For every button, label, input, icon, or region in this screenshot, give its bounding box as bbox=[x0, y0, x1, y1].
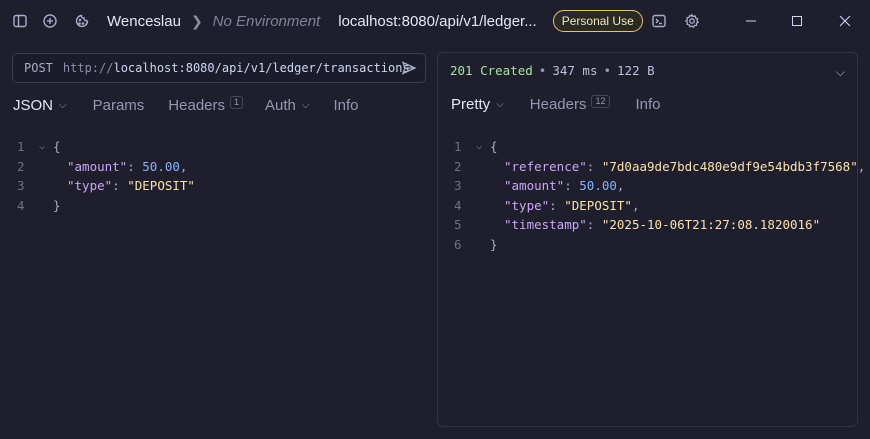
tab-response-info-label: Info bbox=[635, 95, 661, 113]
response-status-bar: 201 Created • 347 ms • 122 B bbox=[450, 63, 655, 78]
code-line: 3 "type": "DEPOSIT" bbox=[17, 176, 195, 196]
close-button[interactable] bbox=[822, 0, 868, 42]
url-scheme: http:// bbox=[62, 61, 114, 75]
chevron-down-icon: ⌵ bbox=[59, 99, 67, 111]
tab-params[interactable]: Params bbox=[93, 97, 145, 114]
response-time: 347 ms bbox=[552, 63, 598, 78]
workspace-name[interactable]: Wenceslau bbox=[107, 13, 181, 30]
status-code: 201 Created bbox=[450, 63, 533, 78]
code-token: } bbox=[490, 236, 498, 252]
response-size: 122 B bbox=[617, 63, 655, 78]
terminal-icon[interactable] bbox=[650, 12, 668, 30]
tab-headers[interactable]: Headers 1 bbox=[168, 95, 244, 114]
tab-response-headers[interactable]: Headers 12 bbox=[529, 94, 610, 113]
json-value: 50.00 bbox=[579, 178, 617, 194]
tab-pretty[interactable]: Pretty ⌵ bbox=[451, 96, 504, 113]
line-number: 4 bbox=[454, 197, 462, 213]
url-path: localhost:8080/api/v1/ledger/transaction… bbox=[113, 61, 410, 75]
chevron-down-icon: ⌵ bbox=[496, 98, 504, 110]
tab-response-headers-label: Headers bbox=[529, 95, 587, 113]
headers-count-badge: 12 bbox=[591, 94, 610, 108]
json-value: "2025-10-06T21:27:08.1820016" bbox=[601, 217, 821, 233]
line-number: 4 bbox=[17, 197, 25, 213]
tab-params-label: Params bbox=[92, 96, 145, 114]
json-key: "amount" bbox=[504, 178, 565, 194]
code-token: { bbox=[53, 139, 61, 154]
response-tabs: Pretty ⌵ Headers 12 Info bbox=[451, 92, 661, 116]
code-line: 4 "type": "DEPOSIT", bbox=[454, 196, 865, 216]
code-line: 2 "amount": 50.00, bbox=[17, 157, 195, 177]
code-token: { bbox=[490, 139, 498, 154]
line-number: 1 bbox=[454, 139, 462, 154]
maximize-button[interactable] bbox=[774, 0, 820, 42]
code-line: 4} bbox=[17, 196, 195, 216]
code-line: 6} bbox=[454, 235, 865, 255]
tab-auth[interactable]: Auth ⌵ bbox=[265, 97, 309, 114]
code-line: 5 "timestamp": "2025-10-06T21:27:08.18200… bbox=[454, 215, 865, 235]
send-icon[interactable] bbox=[401, 60, 417, 81]
tab-pretty-label: Pretty bbox=[451, 95, 491, 113]
request-tabs: JSON ⌵ Params Headers 1 Auth ⌵ Info bbox=[13, 93, 359, 117]
line-number: 3 bbox=[17, 178, 25, 194]
tab-info[interactable]: Info bbox=[333, 97, 358, 114]
tab-info-label: Info bbox=[333, 96, 359, 114]
json-value: "DEPOSIT" bbox=[564, 197, 632, 213]
url-bar[interactable]: POST http://localhost:8080/api/v1/ledger… bbox=[12, 53, 426, 83]
fold-chevron-icon[interactable]: ⌵ bbox=[39, 137, 53, 157]
line-number: 2 bbox=[17, 158, 25, 174]
code-line: 3 "amount": 50.00, bbox=[454, 176, 865, 196]
request-title[interactable]: localhost:8080/api/v1/ledger... bbox=[338, 13, 536, 30]
json-value: 50.00 bbox=[142, 158, 180, 174]
chevron-down-icon: ⌵ bbox=[301, 99, 310, 111]
line-number: 3 bbox=[454, 178, 462, 194]
fold-chevron-icon[interactable]: ⌵ bbox=[476, 137, 490, 157]
http-method[interactable]: POST bbox=[24, 61, 53, 75]
chevron-down-icon[interactable]: ⌵ bbox=[836, 65, 845, 80]
chevron-right-icon: ❯ bbox=[190, 12, 203, 29]
response-body-viewer[interactable]: 1 ⌵{ 2 "reference": "7d0aa9de7bdc480e9df9e… bbox=[454, 137, 865, 255]
request-body-editor[interactable]: 1 ⌵{ 2 "amount": 50.00, 3 "type": "DEPOSIT"… bbox=[17, 137, 195, 215]
json-key: "type" bbox=[67, 178, 113, 194]
minimize-button[interactable] bbox=[728, 0, 774, 42]
tab-body[interactable]: JSON ⌵ bbox=[13, 97, 67, 114]
environment-selector[interactable]: No Environment bbox=[213, 13, 321, 30]
tab-headers-label: Headers bbox=[168, 96, 225, 114]
line-number: 5 bbox=[454, 217, 462, 233]
minimize-icon bbox=[746, 20, 756, 22]
headers-count-badge: 1 bbox=[230, 95, 244, 109]
code-line: 1 ⌵{ bbox=[17, 137, 195, 157]
line-number: 2 bbox=[454, 158, 462, 174]
tab-auth-label: Auth bbox=[265, 96, 296, 114]
tab-response-info[interactable]: Info bbox=[636, 96, 661, 113]
cookie-icon[interactable] bbox=[73, 12, 91, 30]
url-input[interactable]: http://localhost:8080/api/v1/ledger/tran… bbox=[63, 61, 410, 75]
json-key: "reference" bbox=[504, 158, 587, 174]
code-line: 1 ⌵{ bbox=[454, 137, 865, 157]
json-value: "7d0aa9de7bdc480e9df9e54bdb3f7568" bbox=[601, 158, 858, 174]
maximize-icon bbox=[792, 16, 802, 26]
title-bar: Wenceslau ❯ No Environment localhost:808… bbox=[0, 0, 870, 42]
response-pane: 201 Created • 347 ms • 122 B ⌵ Pretty ⌵ H… bbox=[437, 52, 865, 427]
settings-icon[interactable] bbox=[683, 12, 701, 30]
json-key: "timestamp" bbox=[504, 217, 587, 233]
line-number: 1 bbox=[17, 139, 25, 154]
code-token: } bbox=[53, 197, 61, 213]
close-icon bbox=[839, 15, 851, 27]
json-value: "DEPOSIT" bbox=[127, 178, 195, 194]
tab-body-label: JSON bbox=[13, 96, 54, 114]
code-line: 2 "reference": "7d0aa9de7bdc480e9df9e54bd… bbox=[454, 157, 865, 177]
line-number: 6 bbox=[454, 236, 462, 252]
license-badge[interactable]: Personal Use bbox=[552, 10, 643, 32]
json-key: "amount" bbox=[67, 158, 128, 174]
json-key: "type" bbox=[504, 197, 550, 213]
add-icon[interactable] bbox=[41, 12, 59, 30]
sidebar-toggle-icon[interactable] bbox=[11, 12, 29, 30]
